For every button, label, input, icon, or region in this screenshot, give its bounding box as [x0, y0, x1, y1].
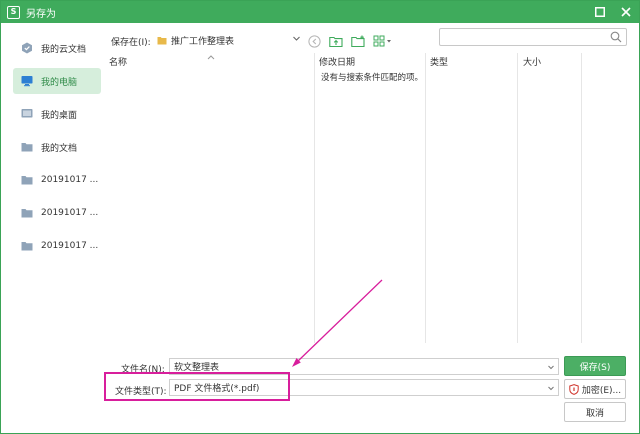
save-as-dialog: S 另存为 我的云文档 我的电脑 我的桌面 我的文档 20191017 ... … — [0, 0, 640, 434]
annotation-arrow — [292, 279, 383, 367]
